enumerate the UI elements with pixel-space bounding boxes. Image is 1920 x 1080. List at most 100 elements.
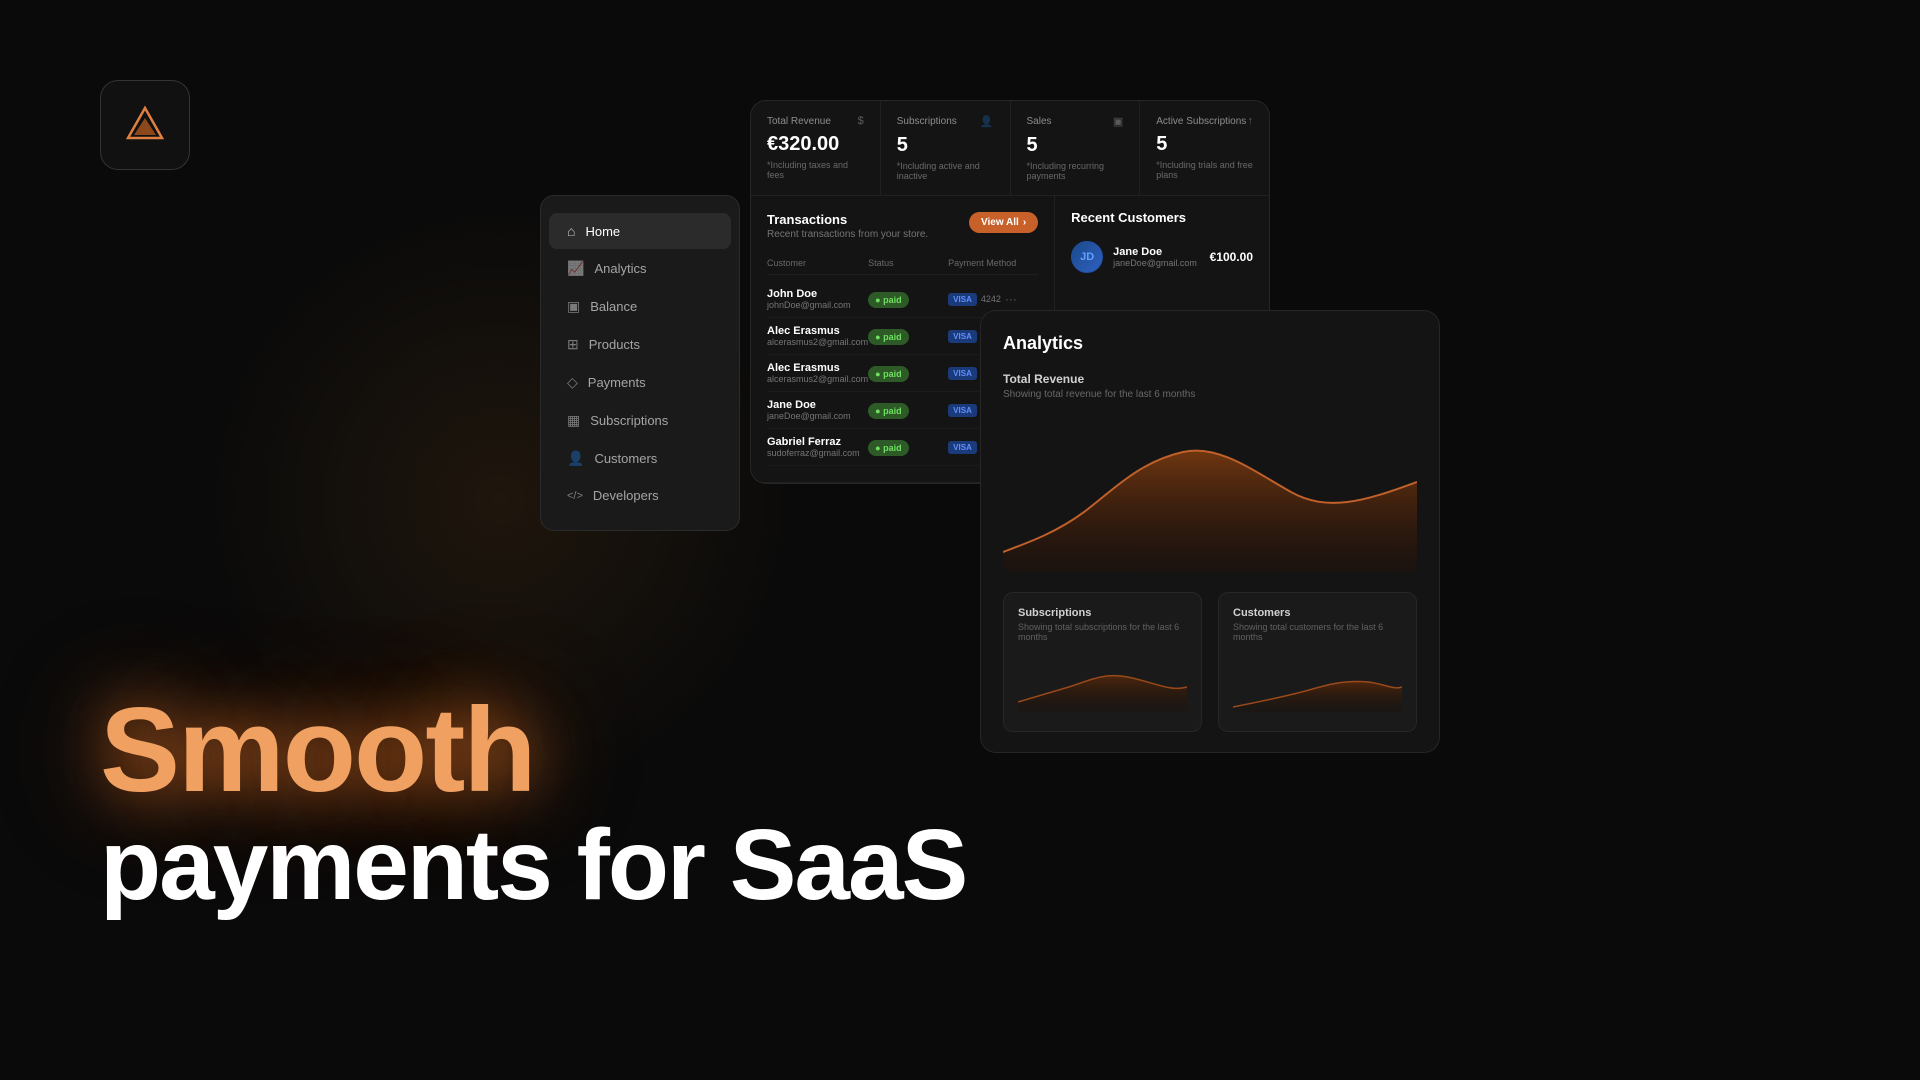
sidebar-label-analytics: Analytics xyxy=(594,261,646,276)
stat-total-revenue: Total Revenue $ €320.00 *Including taxes… xyxy=(751,101,881,195)
stat-label-active: Active Subscriptions xyxy=(1156,116,1246,127)
stat-label-subscriptions: Subscriptions xyxy=(897,116,957,127)
arrow-icon: › xyxy=(1023,217,1026,228)
customer-name: Jane Doe xyxy=(767,399,868,411)
sidebar-label-payments: Payments xyxy=(588,375,646,390)
grid-icon: ▣ xyxy=(1113,115,1123,128)
col-payment: Payment Method xyxy=(948,258,1038,268)
customer-email: sudoferraz@gmail.com xyxy=(767,448,868,458)
subscriptions-card-sub: Showing total subscriptions for the last… xyxy=(1018,622,1187,642)
stat-desc-sales: *Including recurring payments xyxy=(1027,161,1124,181)
products-icon: ⊞ xyxy=(567,336,579,353)
sidebar-item-analytics[interactable]: 📈 Analytics xyxy=(549,250,731,287)
customer-name: Alec Erasmus xyxy=(767,325,868,337)
payments-icon: ◇ xyxy=(567,374,578,391)
analytics-title: Analytics xyxy=(1003,333,1417,354)
customer-email: alcerasmus2@gmail.com xyxy=(767,337,868,347)
status-badge: ● paid xyxy=(868,440,908,456)
payment-method: VISA 4242 ··· xyxy=(948,292,1038,306)
analytics-panel: Analytics Total Revenue Showing total re… xyxy=(980,310,1440,753)
col-customer: Customer xyxy=(767,258,868,268)
status-badge: ● paid xyxy=(868,329,908,345)
customer-info-email: janeDoe@gmail.com xyxy=(1113,258,1199,268)
logo-icon xyxy=(120,100,170,150)
status-badge: ● paid xyxy=(868,366,908,382)
customer-email: alcerasmus2@gmail.com xyxy=(767,374,868,384)
stat-label-sales: Sales xyxy=(1027,116,1052,127)
visa-badge: VISA xyxy=(948,367,977,380)
trend-icon: ↑ xyxy=(1248,115,1254,127)
view-all-label: View All xyxy=(981,217,1019,228)
customers-icon: 👤 xyxy=(567,450,584,467)
customer-email: johnDoe@gmail.com xyxy=(767,300,868,310)
visa-badge: VISA xyxy=(948,330,977,343)
person-icon: 👤 xyxy=(980,115,994,128)
stat-value-subscriptions: 5 xyxy=(897,134,994,157)
dollar-icon: $ xyxy=(858,115,864,127)
stat-value-sales: 5 xyxy=(1027,134,1124,157)
customer-name: Gabriel Ferraz xyxy=(767,436,868,448)
sidebar-item-payments[interactable]: ◇ Payments xyxy=(549,364,731,401)
card-number: 4242 xyxy=(981,294,1001,304)
stat-label-revenue: Total Revenue xyxy=(767,116,831,127)
stat-value-active: 5 xyxy=(1156,133,1253,156)
stat-subscriptions: Subscriptions 👤 5 *Including active and … xyxy=(881,101,1011,195)
stat-sales: Sales ▣ 5 *Including recurring payments xyxy=(1011,101,1141,195)
visa-badge: VISA xyxy=(948,404,977,417)
customers-chart-svg xyxy=(1233,652,1402,712)
status-badge: ● paid xyxy=(868,292,908,308)
balance-icon: ▣ xyxy=(567,298,580,315)
stat-value-revenue: €320.00 xyxy=(767,133,864,156)
subscriptions-card-title: Subscriptions xyxy=(1018,607,1187,619)
sidebar-item-home[interactable]: ⌂ Home xyxy=(549,213,731,249)
view-all-button[interactable]: View All › xyxy=(969,212,1038,233)
customer-row: JD Jane Doe janeDoe@gmail.com €100.00 xyxy=(1071,235,1253,279)
sidebar-label-subscriptions: Subscriptions xyxy=(590,413,668,428)
analytics-revenue-sub: Showing total revenue for the last 6 mon… xyxy=(1003,389,1417,400)
revenue-chart xyxy=(1003,412,1417,572)
customer-email: janeDoe@gmail.com xyxy=(767,411,868,421)
sidebar-label-home: Home xyxy=(585,224,620,239)
customer-name: John Doe xyxy=(767,288,868,300)
developers-icon: </> xyxy=(567,490,583,502)
customer-info: Jane Doe janeDoe@gmail.com xyxy=(1113,246,1199,268)
subscriptions-chart-svg xyxy=(1018,652,1187,712)
customer-name: Alec Erasmus xyxy=(767,362,868,374)
customers-card-title: Customers xyxy=(1233,607,1402,619)
more-options-icon[interactable]: ··· xyxy=(1005,292,1017,306)
status-badge: ● paid xyxy=(868,403,908,419)
sidebar-item-balance[interactable]: ▣ Balance xyxy=(549,288,731,325)
sidebar-label-customers: Customers xyxy=(594,451,657,466)
analytics-revenue-title: Total Revenue xyxy=(1003,372,1417,386)
stats-row: Total Revenue $ €320.00 *Including taxes… xyxy=(751,101,1269,196)
sidebar-item-subscriptions[interactable]: ▦ Subscriptions xyxy=(549,402,731,439)
logo-container xyxy=(100,80,190,170)
sidebar-label-products: Products xyxy=(589,337,640,352)
analytics-bottom: Subscriptions Showing total subscription… xyxy=(1003,592,1417,752)
visa-badge: VISA xyxy=(948,293,977,306)
stat-desc-subscriptions: *Including active and inactive xyxy=(897,161,994,181)
sidebar-item-products[interactable]: ⊞ Products xyxy=(549,326,731,363)
sidebar-item-customers[interactable]: 👤 Customers xyxy=(549,440,731,477)
recent-customers-title: Recent Customers xyxy=(1071,210,1253,225)
customer-info-name: Jane Doe xyxy=(1113,246,1199,258)
transactions-subtitle: Recent transactions from your store. xyxy=(767,229,928,240)
table-header: Customer Status Payment Method xyxy=(767,252,1038,275)
analytics-icon: 📈 xyxy=(567,260,584,277)
sidebar-item-developers[interactable]: </> Developers xyxy=(549,478,731,513)
sidebar-panel: ⌂ Home 📈 Analytics ▣ Balance ⊞ Products … xyxy=(540,195,740,531)
customers-mini-card: Customers Showing total customers for th… xyxy=(1218,592,1417,732)
customers-card-sub: Showing total customers for the last 6 m… xyxy=(1233,622,1402,642)
subscriptions-icon: ▦ xyxy=(567,412,580,429)
stat-active-subscriptions: Active Subscriptions ↑ 5 *Including tria… xyxy=(1140,101,1269,195)
visa-badge: VISA xyxy=(948,441,977,454)
stat-desc-active: *Including trials and free plans xyxy=(1156,160,1253,180)
hero-section: Smooth payments for SaaS xyxy=(100,690,966,920)
revenue-chart-svg xyxy=(1003,412,1417,572)
customer-amount: €100.00 xyxy=(1210,250,1253,264)
sidebar-label-balance: Balance xyxy=(590,299,637,314)
sidebar-label-developers: Developers xyxy=(593,488,659,503)
stat-desc-revenue: *Including taxes and fees xyxy=(767,160,864,180)
hero-line1: Smooth xyxy=(100,690,966,810)
subscriptions-mini-card: Subscriptions Showing total subscription… xyxy=(1003,592,1202,732)
